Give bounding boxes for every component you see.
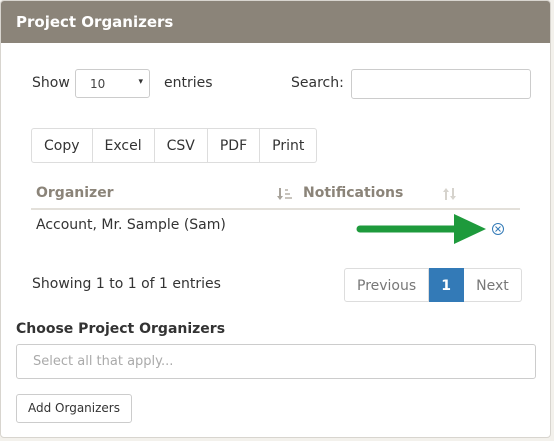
column-header-notifications[interactable]: Notifications bbox=[303, 185, 403, 201]
entries-label: entries bbox=[164, 75, 213, 91]
next-page-button[interactable]: Next bbox=[464, 268, 522, 302]
panel-title: Project Organizers bbox=[1, 1, 550, 43]
search-label: Search: bbox=[291, 75, 344, 91]
show-label: Show bbox=[32, 75, 70, 91]
sort-amount-asc-icon[interactable] bbox=[277, 186, 293, 206]
organizer-cell: Account, Mr. Sample (Sam) bbox=[36, 217, 226, 233]
pdf-button[interactable]: PDF bbox=[207, 128, 261, 163]
pagination: Previous 1 Next bbox=[344, 268, 522, 302]
table-info: Showing 1 to 1 of 1 entries bbox=[32, 276, 221, 292]
sort-both-icon[interactable] bbox=[442, 186, 458, 206]
excel-button[interactable]: Excel bbox=[92, 128, 155, 163]
choose-organizers-title: Choose Project Organizers bbox=[16, 321, 226, 337]
project-organizers-panel: Project Organizers Show 10 ▾ entries Sea… bbox=[0, 0, 551, 438]
copy-button[interactable]: Copy bbox=[31, 128, 93, 163]
page-1-button[interactable]: 1 bbox=[429, 268, 465, 302]
add-organizers-button[interactable]: Add Organizers bbox=[16, 394, 132, 423]
previous-page-button[interactable]: Previous bbox=[344, 268, 430, 302]
search-input[interactable] bbox=[351, 69, 531, 99]
entries-length-value: 10 bbox=[90, 77, 106, 91]
chevron-down-icon: ▾ bbox=[138, 77, 143, 87]
entries-length-select[interactable]: 10 ▾ bbox=[75, 69, 150, 98]
green-arrow-annotation bbox=[356, 214, 486, 244]
print-button[interactable]: Print bbox=[260, 128, 318, 163]
multiselect-placeholder: Select all that apply... bbox=[33, 354, 174, 369]
export-button-group: Copy Excel CSV PDF Print bbox=[31, 128, 318, 163]
circle-x-icon[interactable] bbox=[491, 221, 505, 240]
csv-button[interactable]: CSV bbox=[154, 128, 208, 163]
organizer-multiselect[interactable]: Select all that apply... bbox=[16, 344, 536, 379]
column-header-organizer[interactable]: Organizer bbox=[36, 185, 114, 201]
